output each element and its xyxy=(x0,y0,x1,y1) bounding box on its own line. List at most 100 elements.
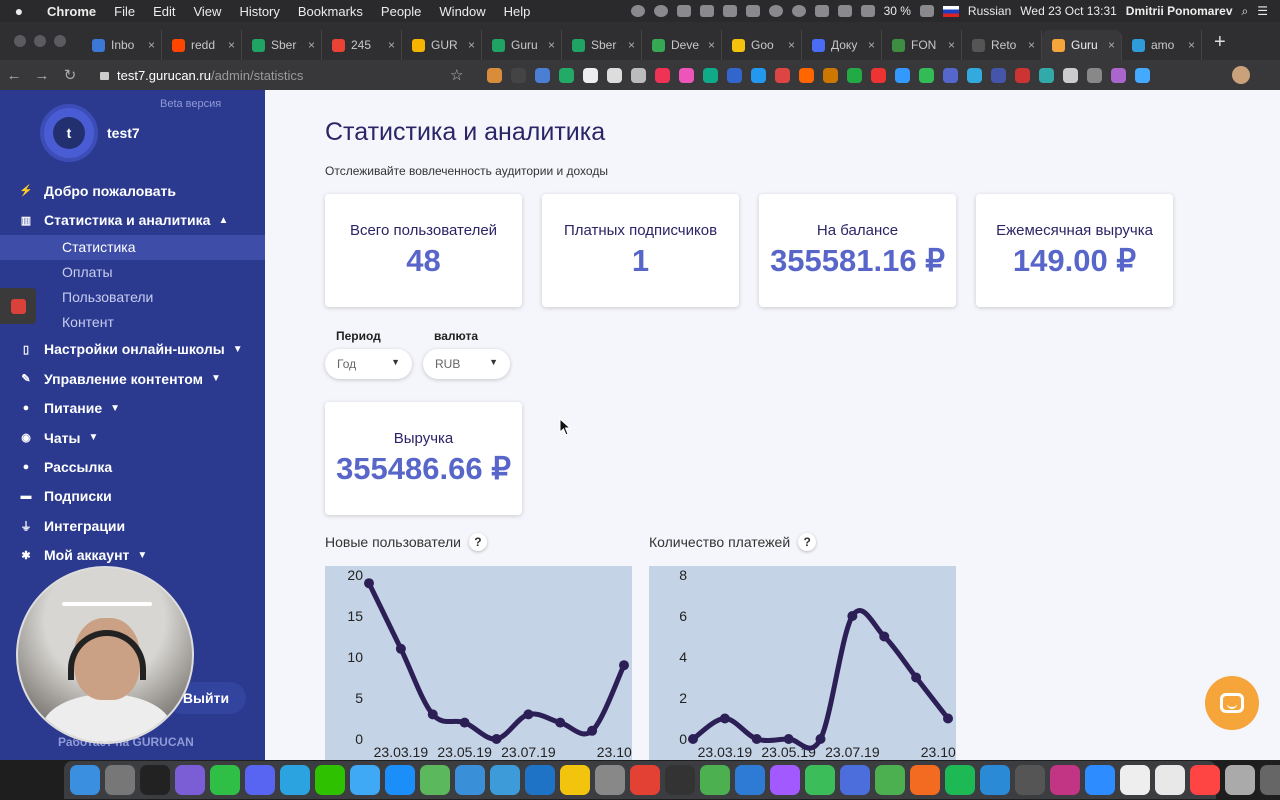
forward-icon[interactable]: → xyxy=(28,67,56,84)
browser-tab[interactable]: Sber × xyxy=(242,30,322,60)
status-icon[interactable] xyxy=(745,5,760,17)
dock-app-icon[interactable] xyxy=(1225,765,1255,795)
dock-app-icon[interactable] xyxy=(490,765,520,795)
dock-app-icon[interactable] xyxy=(560,765,590,795)
input-source[interactable]: Russian xyxy=(968,4,1011,18)
extension-icon[interactable] xyxy=(487,67,503,83)
bookmark-star-icon[interactable]: ☆ xyxy=(450,66,463,84)
extension-icon[interactable] xyxy=(703,67,719,83)
chat-widget-button[interactable] xyxy=(1205,676,1259,730)
extension-icon[interactable] xyxy=(1135,67,1151,83)
sidebar-item-statistics[interactable]: ▥ Статистика и аналитика ▲ xyxy=(0,205,265,234)
data-point[interactable] xyxy=(619,660,629,671)
browser-tab[interactable]: Deve × xyxy=(642,30,722,60)
menu-view[interactable]: View xyxy=(184,4,230,19)
dock-app-icon[interactable] xyxy=(280,765,310,795)
dock-app-icon[interactable] xyxy=(1050,765,1080,795)
datetime[interactable]: Wed 23 Oct 13:31 xyxy=(1020,4,1117,18)
dock-app-icon[interactable] xyxy=(525,765,555,795)
telegram-status-icon[interactable] xyxy=(653,5,668,17)
sidebar-item-integrations[interactable]: ⏚ Интеграции xyxy=(0,511,265,540)
browser-tab[interactable]: Guru × xyxy=(1042,30,1122,60)
dock-app-icon[interactable] xyxy=(175,765,205,795)
menu-people[interactable]: People xyxy=(372,4,430,19)
data-point[interactable] xyxy=(815,734,826,744)
dock-app-icon[interactable] xyxy=(140,765,170,795)
extension-icon[interactable] xyxy=(799,67,815,83)
extension-icon[interactable] xyxy=(679,67,695,83)
extension-icon[interactable] xyxy=(1039,67,1055,83)
status-icon[interactable] xyxy=(699,5,714,17)
data-point[interactable] xyxy=(879,631,890,642)
dock-app-icon[interactable] xyxy=(420,765,450,795)
sidebar-item-mailing[interactable]: ● Рассылка xyxy=(0,452,265,481)
dock-app-icon[interactable] xyxy=(315,765,345,795)
browser-tab[interactable]: Goo × xyxy=(722,30,802,60)
sidebar-item-my-account[interactable]: ✱ Мой аккаунт ▼ xyxy=(0,541,265,570)
dock-app-icon[interactable] xyxy=(105,765,135,795)
spotlight-search-icon[interactable]: ⌕ xyxy=(1242,4,1249,19)
sidebar-subitem-statistics[interactable]: Статистика xyxy=(0,234,265,260)
data-point[interactable] xyxy=(688,734,698,744)
extension-icon[interactable] xyxy=(511,67,527,83)
dock-app-icon[interactable] xyxy=(700,765,730,795)
extension-icon[interactable] xyxy=(1063,67,1079,83)
menu-bookmarks[interactable]: Bookmarks xyxy=(289,4,372,19)
browser-tab[interactable]: redd × xyxy=(162,30,242,60)
wifi-icon[interactable] xyxy=(837,5,852,17)
close-tab-icon[interactable]: × xyxy=(468,38,475,52)
currency-select[interactable]: RUB ▼ xyxy=(423,349,510,379)
data-point[interactable] xyxy=(427,709,438,720)
data-point[interactable] xyxy=(783,734,794,744)
extension-icon[interactable] xyxy=(1015,67,1031,83)
stop-recording-button[interactable] xyxy=(0,288,36,324)
extension-icon[interactable] xyxy=(631,67,647,83)
dock-app-icon[interactable] xyxy=(1190,765,1220,795)
data-point[interactable] xyxy=(911,672,922,683)
close-tab-icon[interactable]: × xyxy=(548,38,555,52)
close-tab-icon[interactable]: × xyxy=(628,38,635,52)
dock-app-icon[interactable] xyxy=(840,765,870,795)
extension-icon[interactable] xyxy=(727,67,743,83)
status-icon[interactable] xyxy=(814,5,829,17)
data-point[interactable] xyxy=(751,734,762,744)
close-tab-icon[interactable]: × xyxy=(148,38,155,52)
dock-app-icon[interactable] xyxy=(1260,765,1280,795)
extension-icon[interactable] xyxy=(607,67,623,83)
data-point[interactable] xyxy=(587,725,598,736)
reload-icon[interactable]: ↻ xyxy=(56,66,84,84)
dock-app-icon[interactable] xyxy=(1085,765,1115,795)
dock-app-icon[interactable] xyxy=(805,765,835,795)
sidebar-subitem-payments[interactable]: Оплаты xyxy=(0,260,265,285)
dock-app-icon[interactable] xyxy=(875,765,905,795)
extension-icon[interactable] xyxy=(895,67,911,83)
status-icon[interactable] xyxy=(768,5,783,17)
sidebar-item-nutrition[interactable]: ● Питание ▼ xyxy=(0,394,265,423)
close-tab-icon[interactable]: × xyxy=(228,38,235,52)
extension-icon[interactable] xyxy=(823,67,839,83)
menu-help[interactable]: Help xyxy=(495,4,540,19)
dock-app-icon[interactable] xyxy=(455,765,485,795)
username[interactable]: test7 xyxy=(107,125,140,141)
browser-tab[interactable]: Reto × xyxy=(962,30,1042,60)
data-point[interactable] xyxy=(491,734,502,744)
apple-icon[interactable]: ● xyxy=(0,3,38,19)
help-icon[interactable]: ? xyxy=(468,533,487,551)
close-tab-icon[interactable]: × xyxy=(948,38,955,52)
status-icon[interactable] xyxy=(676,5,691,17)
close-window-button[interactable] xyxy=(14,35,26,47)
browser-tab[interactable]: 245 × xyxy=(322,30,402,60)
browser-tab[interactable]: FON × xyxy=(882,30,962,60)
status-icon[interactable] xyxy=(722,5,737,17)
extension-icon[interactable] xyxy=(535,67,551,83)
extension-icon[interactable] xyxy=(1087,67,1103,83)
menu-history[interactable]: History xyxy=(230,4,288,19)
sidebar-subitem-users[interactable]: Пользователи xyxy=(0,285,265,310)
volume-icon[interactable] xyxy=(860,5,875,17)
data-point[interactable] xyxy=(459,717,470,728)
extension-icon[interactable] xyxy=(919,67,935,83)
data-point[interactable] xyxy=(555,717,566,728)
sidebar-item-chats[interactable]: ◉ Чаты ▼ xyxy=(0,423,265,452)
browser-tab[interactable]: Inbo × xyxy=(82,30,162,60)
sidebar-item-welcome[interactable]: ⚡ Добро пожаловать xyxy=(0,176,265,205)
